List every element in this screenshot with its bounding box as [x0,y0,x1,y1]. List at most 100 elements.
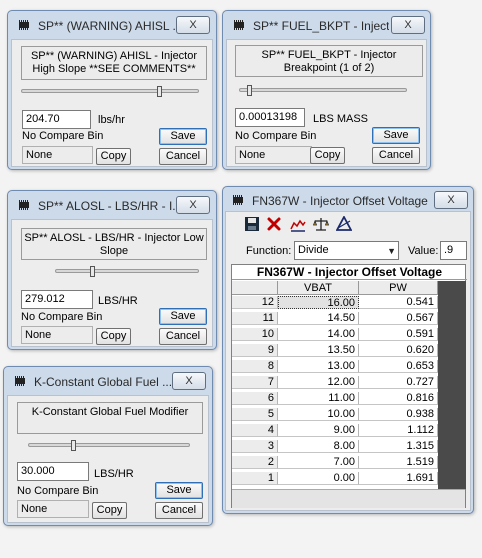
copy-button[interactable]: Copy [96,148,131,165]
row-index: 5 [232,408,278,421]
row-index: 3 [232,440,278,453]
column-header-vbat[interactable]: VBAT [278,281,359,295]
compare-value: None [235,146,312,164]
save-button[interactable]: Save [159,128,207,145]
slider-thumb[interactable] [247,85,252,96]
row-index: 8 [232,360,278,373]
cell-vbat[interactable]: 16.00 [278,296,359,309]
table-row[interactable]: 5 10.00 0.938 [232,408,438,421]
column-header-pw[interactable]: PW [359,281,438,295]
cancel-button[interactable]: Cancel [372,147,420,164]
cell-vbat[interactable]: 13.00 [278,360,359,373]
cell-vbat[interactable]: 11.00 [278,392,359,405]
table-row[interactable]: 6 11.00 0.816 [232,392,438,405]
table-row[interactable]: 10 14.00 0.591 [232,328,438,341]
copy-button[interactable]: Copy [96,328,131,345]
close-button[interactable]: X [172,372,206,390]
value-input[interactable]: 204.70 [22,110,91,129]
cancel-button[interactable]: Cancel [159,328,207,345]
slider-track[interactable] [55,269,199,273]
cell-pw[interactable]: 0.727 [359,376,438,389]
cell-pw[interactable]: 0.567 [359,312,438,325]
description-box: SP** FUEL_BKPT - Injector Breakpoint (1 … [235,45,423,77]
close-button[interactable]: X [176,196,210,214]
cell-vbat[interactable]: 8.00 [278,440,359,453]
balance-scale-icon[interactable] [313,216,329,232]
cell-vbat[interactable]: 9.00 [278,424,359,437]
cell-pw[interactable]: 1.691 [359,472,438,485]
table-row[interactable]: 11 14.50 0.567 [232,312,438,325]
row-index: 2 [232,456,278,469]
cell-vbat[interactable]: 0.00 [278,472,359,485]
copy-button[interactable]: Copy [92,502,127,519]
compare-label: No Compare Bin [17,485,99,497]
save-icon[interactable] [244,216,260,232]
compare-label: No Compare Bin [235,130,317,142]
window-titlebar[interactable]: SP** FUEL_BKPT - Inject... X [223,11,430,39]
cell-vbat[interactable]: 10.00 [278,408,359,421]
table-row[interactable]: 7 12.00 0.727 [232,376,438,389]
window-client: K-Constant Global Fuel Modifier 30.000 L… [7,395,209,523]
row-index: 1 [232,472,278,485]
delete-icon[interactable] [266,216,282,232]
close-button[interactable]: X [434,191,468,209]
value-input[interactable]: .9 [440,241,467,260]
table-row[interactable]: 8 13.00 0.653 [232,360,438,373]
cell-vbat[interactable]: 13.50 [278,344,359,357]
unit-label: LBS/HR [98,295,138,307]
copy-button[interactable]: Copy [310,147,345,164]
window-ahisl: SP** (WARNING) AHISL ... X SP** (WARNING… [7,10,217,170]
close-button[interactable]: X [391,16,425,34]
description-box: K-Constant Global Fuel Modifier [17,402,203,434]
cell-pw[interactable]: 1.519 [359,456,438,469]
delta-icon[interactable] [336,216,352,232]
cancel-button[interactable]: Cancel [155,502,203,519]
slider-track[interactable] [239,88,407,92]
cell-pw[interactable]: 0.591 [359,328,438,341]
window-fuel-bkpt: SP** FUEL_BKPT - Inject... X SP** FUEL_B… [222,10,431,170]
slider-thumb[interactable] [90,266,95,277]
cell-pw[interactable]: 1.315 [359,440,438,453]
window-titlebar[interactable]: SP** ALOSL - LBS/HR - I... X [8,191,216,219]
slider-track[interactable] [28,443,190,447]
table-row[interactable]: 2 7.00 1.519 [232,456,438,469]
cell-pw[interactable]: 0.653 [359,360,438,373]
cell-pw[interactable]: 0.541 [359,296,438,309]
table-title: FN367W - Injector Offset Voltage [232,265,467,280]
chevron-down-icon: ▼ [387,246,396,256]
cell-pw[interactable]: 0.938 [359,408,438,421]
slider-thumb[interactable] [157,86,162,97]
table-row[interactable]: 9 13.50 0.620 [232,344,438,357]
close-button[interactable]: X [176,16,210,34]
slider-track[interactable] [21,89,199,93]
graph-icon[interactable] [290,216,306,232]
save-button[interactable]: Save [159,308,207,325]
save-button[interactable]: Save [372,127,420,144]
window-k-constant: K-Constant Global Fuel ... X K-Constant … [3,366,213,526]
cancel-button[interactable]: Cancel [159,148,207,165]
cell-vbat[interactable]: 7.00 [278,456,359,469]
slider-thumb[interactable] [71,440,76,451]
window-titlebar[interactable]: SP** (WARNING) AHISL ... X [8,11,216,39]
function-select[interactable]: Divide ▼ [294,241,399,260]
table-row[interactable]: 4 9.00 1.112 [232,424,438,437]
window-title: K-Constant Global Fuel ... [34,375,173,389]
cell-pw[interactable]: 0.620 [359,344,438,357]
cell-vbat[interactable]: 14.50 [278,312,359,325]
compare-label: No Compare Bin [21,311,103,323]
value-input[interactable]: 30.000 [17,462,89,481]
table-row[interactable]: 1 0.00 1.691 [232,472,438,485]
horizontal-scrollbar[interactable] [232,489,465,508]
cell-vbat[interactable]: 12.00 [278,376,359,389]
cell-vbat[interactable]: 14.00 [278,328,359,341]
window-titlebar[interactable]: K-Constant Global Fuel ... X [4,367,212,395]
save-button[interactable]: Save [155,482,203,499]
cell-pw[interactable]: 1.112 [359,424,438,437]
value-input[interactable]: 279.012 [21,290,93,309]
unit-label: lbs/hr [98,114,125,126]
window-titlebar[interactable]: FN367W - Injector Offset Voltage X [222,186,474,214]
value-input[interactable]: 0.00013198 [235,108,305,127]
table-row[interactable]: 12 16.00 0.541 [232,296,438,309]
table-row[interactable]: 3 8.00 1.315 [232,440,438,453]
cell-pw[interactable]: 0.816 [359,392,438,405]
